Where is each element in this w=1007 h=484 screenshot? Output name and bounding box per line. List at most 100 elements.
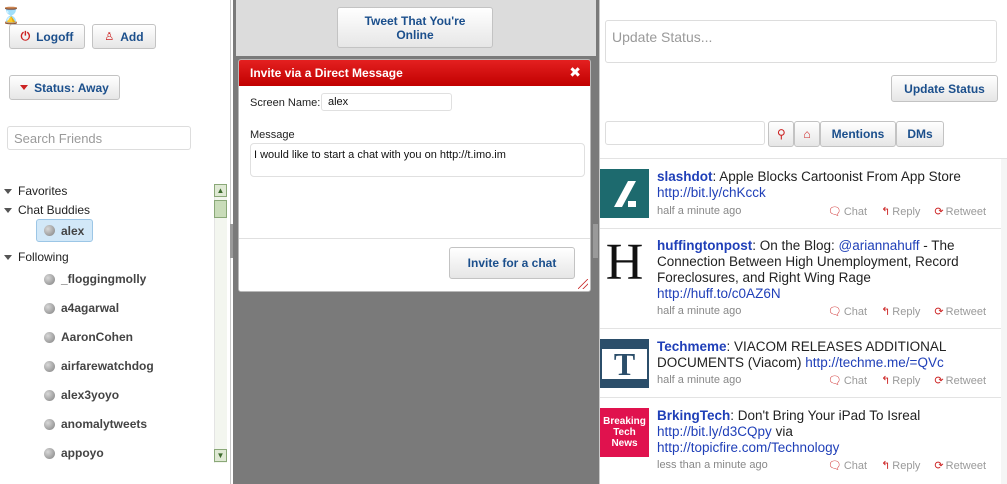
reply-icon: ↰ — [881, 375, 891, 387]
reply-icon: ↰ — [881, 206, 891, 218]
invite-for-chat-button[interactable]: Invite for a chat — [449, 247, 575, 279]
tweet-link[interactable]: http://topicfire.com/Technology — [657, 440, 839, 455]
presence-dot-icon — [44, 302, 55, 314]
group-chat-buddies[interactable]: Chat Buddies — [4, 203, 90, 217]
update-status-label: Update Status — [904, 81, 985, 96]
home-button[interactable]: ⌂ — [794, 121, 820, 147]
reply-label: Reply — [892, 374, 921, 387]
buddy-name: appoyo — [61, 446, 104, 460]
twitter-search-input[interactable] — [605, 121, 765, 145]
message-textarea[interactable]: I would like to start a chat with you on… — [250, 143, 585, 177]
update-status-placeholder: Update Status... — [612, 29, 713, 45]
tweet-actions: 🗨 Chat ↰ Reply ⟳ Retweet — [828, 374, 986, 388]
group-favorites[interactable]: Favorites — [4, 184, 67, 198]
dms-button[interactable]: DMs — [896, 121, 944, 147]
power-icon: ⏻ — [20, 29, 31, 43]
resize-grip-icon[interactable] — [578, 279, 588, 289]
dialog-title: Invite via a Direct Message — [250, 66, 403, 80]
slashdot-logo-icon — [613, 180, 636, 207]
retweet-icon: ⟳ — [934, 306, 944, 318]
scroll-down-icon[interactable]: ▼ — [214, 449, 227, 462]
scroll-thumb[interactable] — [214, 200, 227, 218]
scroll-up-icon[interactable]: ▲ — [214, 184, 227, 197]
brkingtech-avatar[interactable]: Breaking Tech News — [600, 408, 649, 457]
tweet-body: : Don't Bring Your iPad To Isreal — [730, 408, 921, 423]
tweet-timestamp: half a minute ago — [657, 205, 742, 217]
tweet-link[interactable]: http://bit.ly/d3CQpy — [657, 424, 772, 439]
chat-action[interactable]: 🗨 Chat — [827, 205, 867, 219]
reply-action[interactable]: ↰ Reply — [881, 374, 921, 388]
group-label: Following — [18, 250, 69, 264]
techmeme-logo-icon: T — [602, 345, 647, 382]
retweet-icon: ⟳ — [934, 375, 944, 387]
update-status-button[interactable]: Update Status — [891, 75, 998, 102]
logoff-button[interactable]: ⏻ Logoff — [9, 24, 85, 49]
techmeme-avatar[interactable]: T — [600, 339, 649, 388]
retweet-action[interactable]: ⟳ Retweet — [934, 205, 986, 219]
reply-action[interactable]: ↰ Reply — [881, 459, 921, 473]
huffingtonpost-avatar[interactable]: H — [600, 237, 649, 289]
chat-action[interactable]: 🗨 Chat — [828, 374, 867, 388]
buddy-item[interactable]: _floggingmolly — [44, 272, 146, 286]
slashdot-avatar[interactable] — [600, 169, 649, 218]
screen-name-label: Screen Name: — [250, 97, 321, 109]
screen-name-input[interactable]: alex — [321, 93, 452, 111]
reply-action[interactable]: ↰ Reply — [881, 305, 920, 319]
presence-dot-icon — [44, 225, 55, 236]
chat-label: Chat — [843, 459, 868, 472]
tweet-username[interactable]: BrkingTech — [657, 408, 730, 423]
buddy-item[interactable]: appoyo — [44, 446, 104, 460]
right-splitter-handle[interactable] — [593, 224, 598, 258]
tweet-username[interactable]: Techmeme — [657, 339, 727, 354]
buddy-name: alex3yoyo — [61, 388, 120, 402]
buddy-item[interactable]: a4agarwal — [44, 301, 119, 315]
status-dropdown[interactable]: Status: Away — [9, 75, 120, 100]
avatar-letter: T — [613, 345, 636, 382]
tweet-list-scrollbar[interactable] — [1001, 159, 1007, 484]
tweet-username[interactable]: slashdot — [657, 169, 713, 184]
search-friends-input[interactable]: Search Friends — [7, 126, 191, 150]
buddy-item[interactable]: AaronCohen — [44, 330, 133, 344]
tweet-link[interactable]: http://huff.to/c0AZ6N — [657, 286, 781, 301]
update-status-input[interactable]: Update Status... — [605, 20, 997, 63]
mentions-button[interactable]: Mentions — [820, 121, 896, 147]
reply-label: Reply — [892, 459, 921, 472]
chat-action[interactable]: 🗨 Chat — [828, 305, 867, 319]
buddy-name: a4agarwal — [61, 301, 120, 315]
search-button[interactable]: ⚲ — [768, 121, 794, 147]
group-following[interactable]: Following — [4, 250, 69, 264]
expand-icon — [4, 188, 12, 194]
retweet-action[interactable]: ⟳ Retweet — [934, 459, 986, 473]
divider — [600, 328, 1007, 329]
tweet-link[interactable]: http://techme.me/=QVc — [805, 355, 943, 370]
presence-dot-icon — [44, 447, 55, 459]
close-icon[interactable]: ✖ — [569, 65, 581, 79]
tweet-text: Techmeme: VIACOM RELEASES ADDITIONAL DOC… — [657, 339, 997, 371]
tweet-online-label: Tweet That You're Online — [364, 13, 466, 42]
chat-icon: 🗨 — [827, 460, 842, 472]
retweet-action[interactable]: ⟳ Retweet — [934, 305, 986, 319]
reply-icon: ↰ — [881, 460, 891, 472]
tweet-online-button[interactable]: Tweet That You're Online — [337, 7, 493, 48]
dialog-header: Invite via a Direct Message — [239, 60, 590, 86]
buddy-item[interactable]: airfarewatchdog — [44, 359, 154, 373]
buddy-item[interactable]: anomalytweets — [44, 417, 147, 431]
tweet-username[interactable]: huffingtonpost — [657, 238, 752, 253]
presence-dot-icon — [44, 360, 55, 372]
retweet-action[interactable]: ⟳ Retweet — [934, 374, 986, 388]
chat-action[interactable]: 🗨 Chat — [827, 459, 868, 473]
tweet-link[interactable]: http://bit.ly/chKcck — [657, 185, 766, 200]
buddy-item[interactable]: alex3yoyo — [44, 388, 119, 402]
message-value: I would like to start a chat with you on… — [254, 149, 506, 161]
chat-icon: 🗨 — [827, 206, 842, 218]
tweet-text: BrkingTech: Don't Bring Your iPad To Isr… — [657, 408, 997, 456]
twitter-panel: Update Status... Update Status ⚲ ⌂ Menti… — [599, 0, 1007, 484]
reply-action[interactable]: ↰ Reply — [881, 205, 920, 219]
buddy-alex-selected[interactable]: alex — [36, 219, 93, 242]
buddy-list-scrollbar[interactable] — [214, 184, 227, 463]
divider — [600, 228, 1007, 229]
avatar-text: Breaking Tech News — [603, 416, 646, 449]
tweet-mention[interactable]: @ariannahuff — [839, 238, 920, 253]
tweet-actions: 🗨 Chat ↰ Reply ⟳ Retweet — [827, 205, 986, 219]
add-button[interactable]: ♙ Add — [92, 24, 156, 49]
